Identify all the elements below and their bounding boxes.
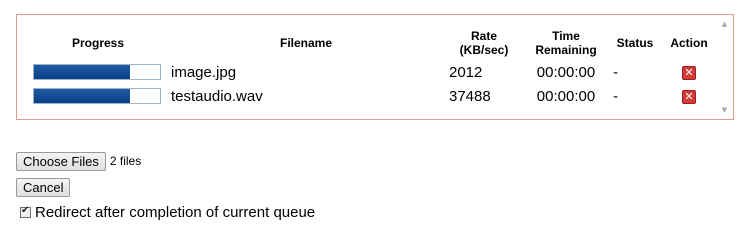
table-header-row: Progress Filename Rate (KB/sec) Time Rem… xyxy=(29,29,717,60)
header-rate: Rate (KB/sec) xyxy=(445,29,523,60)
header-time-line2: Remaining xyxy=(535,43,597,57)
header-progress: Progress xyxy=(71,36,125,50)
header-filename: Filename xyxy=(279,36,333,50)
progress-bar xyxy=(33,88,161,104)
action-cell: ✕ xyxy=(661,84,717,108)
status-cell: - xyxy=(613,87,618,105)
header-status: Status xyxy=(616,36,654,50)
file-count-text: 2 files xyxy=(109,154,142,168)
header-action: Action xyxy=(670,36,708,50)
scroll-up-arrow-icon[interactable]: ▲ xyxy=(717,18,732,30)
delete-icon[interactable]: ✕ xyxy=(682,65,696,80)
scroll-down-arrow-icon[interactable]: ▼ xyxy=(717,104,732,116)
cancel-button[interactable]: Cancel xyxy=(16,178,71,197)
time-remaining-cell: 00:00:00 xyxy=(536,87,596,105)
rate-cell: 37488 xyxy=(449,87,491,105)
redirect-option[interactable]: Redirect after completion of current que… xyxy=(20,204,315,221)
filename-cell: testaudio.wav xyxy=(171,87,263,105)
filename-cell: image.jpg xyxy=(171,63,237,81)
delete-icon[interactable]: ✕ xyxy=(682,89,696,104)
cancel-row: Cancel xyxy=(16,178,71,197)
table-row: image.jpg 2012 00:00:00 - ✕ xyxy=(29,60,717,84)
time-remaining-cell: 00:00:00 xyxy=(536,63,596,81)
header-time-line1: Time xyxy=(552,29,580,43)
rate-cell: 2012 xyxy=(449,63,483,81)
status-cell: - xyxy=(613,63,618,81)
redirect-label: Redirect after completion of current que… xyxy=(35,204,316,221)
header-time-remaining: Time Remaining xyxy=(523,29,609,60)
progress-cell xyxy=(29,60,167,84)
redirect-checkbox[interactable] xyxy=(20,205,31,218)
upload-queue-panel: Progress Filename Rate (KB/sec) Time Rem… xyxy=(16,14,734,120)
file-input-row: Choose Files 2 files xyxy=(16,151,141,171)
progress-fill xyxy=(34,89,130,103)
progress-fill xyxy=(34,65,130,79)
header-rate-line1: Rate xyxy=(470,29,497,43)
progress-bar xyxy=(33,64,161,80)
header-rate-line2: (KB/sec) xyxy=(459,43,509,57)
choose-files-button[interactable]: Choose Files xyxy=(16,151,106,171)
upload-queue-table: Progress Filename Rate (KB/sec) Time Rem… xyxy=(29,29,717,108)
vertical-scrollbar[interactable]: ▲ ▼ xyxy=(717,16,732,118)
progress-cell xyxy=(29,84,167,108)
action-cell: ✕ xyxy=(661,60,717,84)
table-row: testaudio.wav 37488 00:00:00 - ✕ xyxy=(29,84,717,108)
